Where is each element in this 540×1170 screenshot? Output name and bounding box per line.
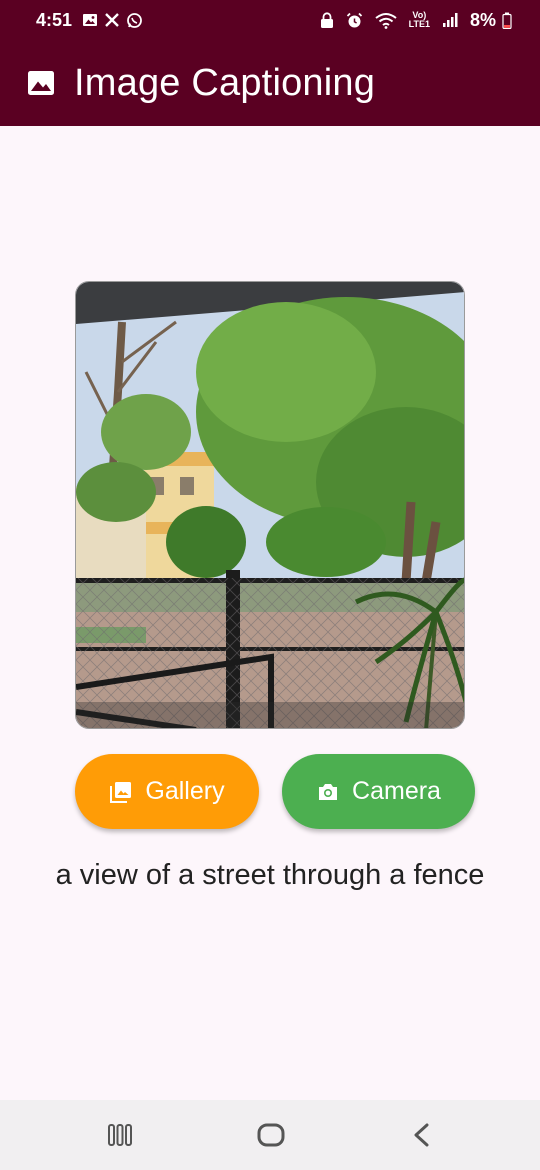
- network-type-label: Vo) LTE1: [409, 11, 430, 29]
- back-icon: [411, 1122, 433, 1148]
- x-icon: [104, 12, 120, 28]
- camera-icon: [316, 780, 340, 804]
- lock-icon: [320, 11, 334, 29]
- status-time: 4:51: [36, 9, 73, 30]
- wifi-icon: [375, 12, 397, 29]
- whatsapp-icon: [126, 12, 143, 29]
- system-nav-bar: [0, 1100, 540, 1170]
- alarm-icon: [346, 12, 363, 29]
- back-button[interactable]: [402, 1118, 442, 1152]
- street-through-fence-photo: [76, 282, 464, 728]
- image-icon: [82, 12, 98, 28]
- image-icon: [26, 68, 56, 98]
- network-lte-label: LTE1: [408, 19, 430, 29]
- photo-library-icon: [109, 780, 133, 804]
- gallery-button-label: Gallery: [145, 777, 225, 805]
- app-title: Image Captioning: [74, 61, 376, 104]
- app-bar: Image Captioning: [0, 40, 540, 126]
- recent-apps-button[interactable]: [100, 1118, 140, 1152]
- caption-text: a view of a street through a fence: [55, 859, 485, 891]
- camera-button-label: Camera: [352, 777, 441, 805]
- home-icon: [257, 1122, 285, 1148]
- camera-button[interactable]: Camera: [282, 754, 475, 829]
- gallery-button[interactable]: Gallery: [75, 754, 259, 829]
- signal-icon: [442, 12, 458, 28]
- selected-image: [75, 281, 465, 729]
- battery-icon: [502, 12, 512, 29]
- recent-apps-icon: [107, 1122, 133, 1148]
- battery-percent: 8%: [469, 9, 496, 30]
- home-button[interactable]: [251, 1118, 291, 1152]
- status-bar: 4:51 Vo) LTE1 8%: [0, 0, 540, 40]
